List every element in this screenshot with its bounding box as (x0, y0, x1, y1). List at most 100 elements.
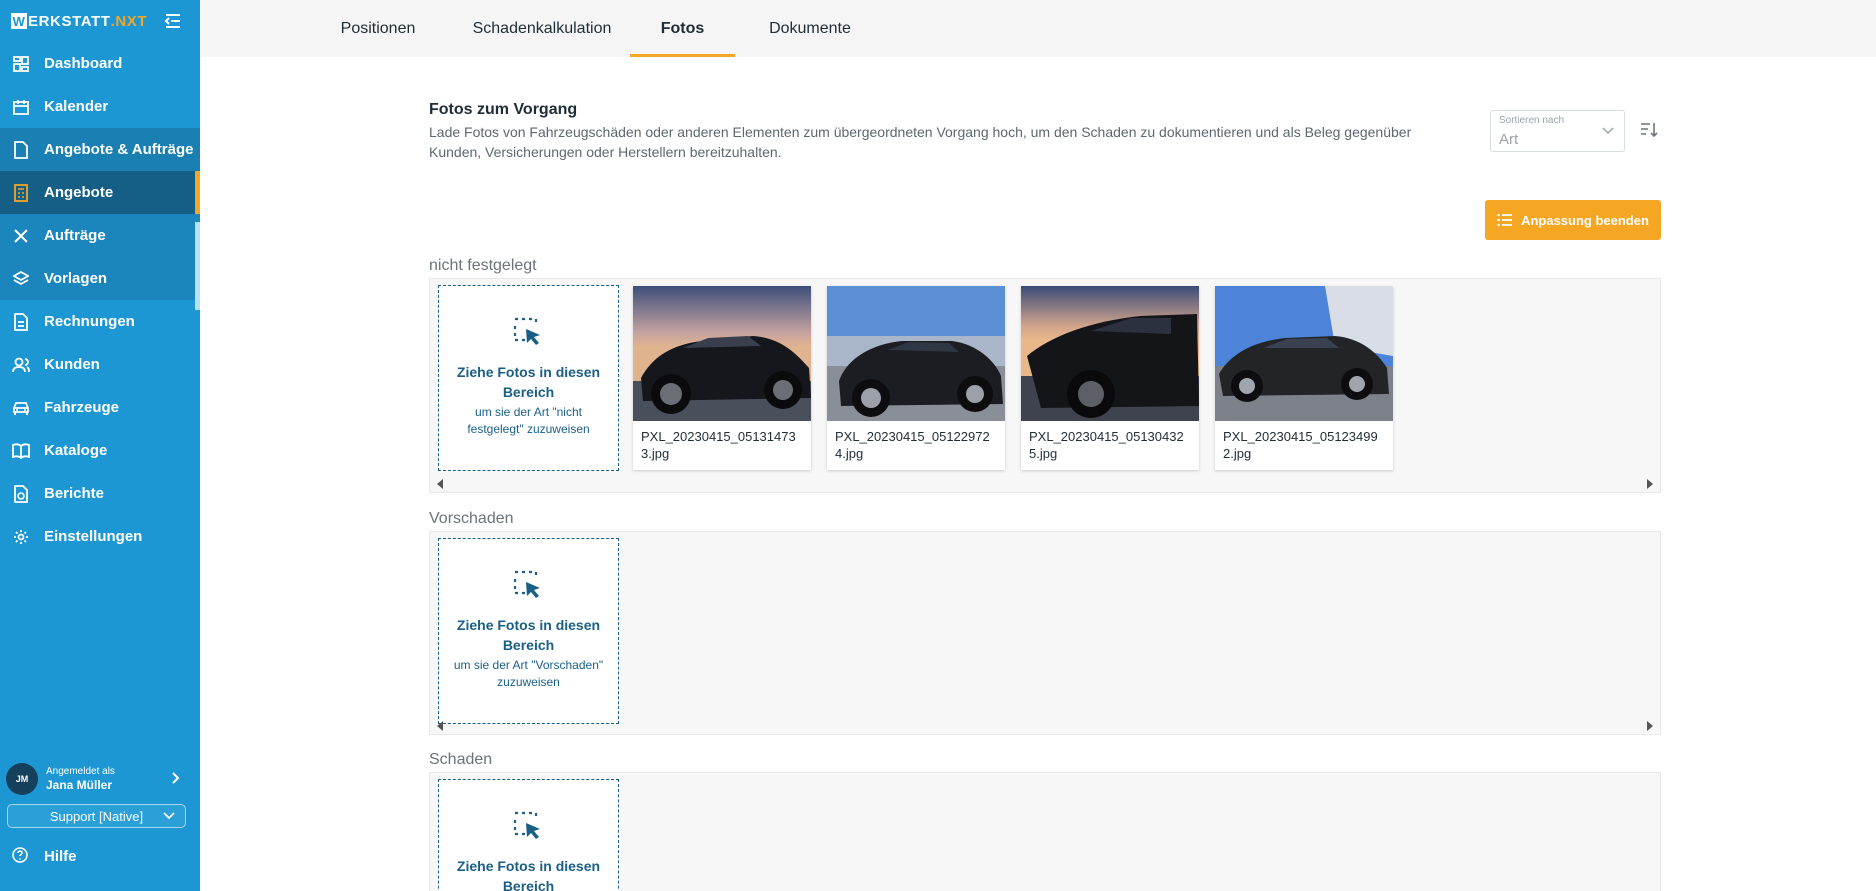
tab-bar: Positionen Schadenkalkulation Fotos Doku… (200, 0, 1876, 57)
sidebar-item-label: Dashboard (44, 55, 123, 72)
drop-zone-title: Ziehe Fotos in diesen Bereich (456, 364, 601, 400)
scroll-left-icon[interactable] (436, 721, 444, 731)
finish-button-label: Anpassung beenden (1521, 212, 1649, 228)
tab-fotos[interactable]: Fotos (630, 0, 735, 57)
drag-select-icon (513, 570, 540, 598)
user-caption: Angemeldet als (46, 765, 115, 777)
brand-name: ERKSTATT (28, 12, 111, 30)
photo-filename: PXL_20230415_051314733.jpg (641, 429, 796, 461)
user-text: Angemeldet als Jana Müller (46, 766, 115, 792)
sidebar-item-kunden[interactable]: Kunden (0, 343, 200, 386)
sort-direction-icon[interactable] (1640, 121, 1658, 139)
sidebar-item-vorlagen[interactable]: Vorlagen (0, 257, 200, 300)
finish-customization-button[interactable]: Anpassung beenden (1485, 200, 1661, 240)
sidebar-item-label: Einstellungen (44, 528, 143, 545)
photo-card[interactable]: PXL_20230415_051234992.jpg (1215, 286, 1393, 470)
tab-positionen[interactable]: Positionen (300, 0, 456, 57)
drop-zone[interactable]: Ziehe Fotos in diesen Bereich um sie der… (438, 538, 619, 724)
user-name: Jana Müller (46, 777, 113, 792)
sidebar-nav: Dashboard Kalender Angebote & Aufträge A… (0, 42, 200, 558)
support-select[interactable]: Support [Native] (7, 804, 186, 828)
report-icon (12, 484, 30, 503)
sidebar-item-label: Angebote & Aufträge (44, 141, 194, 158)
sidebar-item-einstellungen[interactable]: Einstellungen (0, 515, 200, 558)
sort-label: Sortieren nach (1499, 115, 1565, 126)
scroll-right-icon[interactable] (1646, 479, 1654, 489)
sidebar-item-kataloge[interactable]: Kataloge (0, 429, 200, 472)
sidebar-item-berichte[interactable]: Berichte (0, 472, 200, 515)
sort-select[interactable]: Sortieren nach Art (1490, 110, 1625, 152)
users-icon (12, 356, 30, 374)
sidebar-item-auftraege[interactable]: Aufträge (0, 214, 200, 257)
sidebar-item-rechnungen[interactable]: Rechnungen (0, 300, 200, 343)
dashboard-icon (12, 55, 30, 73)
help-label: Hilfe (44, 847, 77, 865)
collapse-sidebar-icon[interactable] (164, 13, 182, 29)
photo-group-schaden: Ziehe Fotos in diesen Bereich (429, 772, 1661, 891)
sidebar-item-label: Fahrzeuge (44, 399, 120, 416)
page-title: Fotos zum Vorgang (429, 101, 578, 118)
sidebar-item-kalender[interactable]: Kalender (0, 85, 200, 128)
photo-card[interactable]: PXL_20230415_051229724.jpg (827, 286, 1005, 470)
submenu-indicator (195, 222, 200, 310)
group-label-nicht-festgelegt: nicht festgelegt (429, 257, 537, 274)
photo-group-vorschaden: Ziehe Fotos in diesen Bereich um sie der… (429, 531, 1661, 735)
layers-icon (12, 270, 30, 288)
car-icon (12, 399, 30, 417)
sidebar-item-dashboard[interactable]: Dashboard (0, 42, 200, 85)
chevron-down-icon (163, 812, 175, 820)
book-icon (12, 442, 30, 460)
sidebar-item-label: Vorlagen (44, 270, 108, 287)
invoice-icon (12, 312, 30, 331)
drop-zone-subtitle: um sie der Art "nicht festgelegt" zuzuwe… (467, 405, 590, 436)
chevron-down-icon (1602, 127, 1614, 135)
sidebar-item-label: Angebote (44, 184, 114, 201)
page-description: Lade Fotos von Fahrzeugschäden oder ande… (429, 124, 1412, 160)
sort-value: Art (1499, 131, 1519, 148)
photo-card[interactable]: PXL_20230415_051314733.jpg (633, 286, 811, 470)
sidebar-item-label: Kalender (44, 98, 109, 115)
sidebar-item-label: Kunden (44, 356, 100, 373)
brand-logo-mark: W (11, 13, 27, 29)
brand-suffix: .NXT (110, 12, 148, 30)
brand: W ERKSTATT .NXT (0, 0, 200, 42)
help-link[interactable]: Hilfe (12, 845, 77, 867)
tab-dokumente[interactable]: Dokumente (735, 0, 885, 57)
calendar-icon (12, 98, 30, 116)
user-profile[interactable]: JM Angemeldet als Jana Müller (0, 758, 200, 800)
support-select-value: Support [Native] (49, 808, 144, 824)
group-label-schaden: Schaden (429, 751, 493, 768)
photo-filename: PXL_20230415_051234992.jpg (1223, 429, 1378, 461)
sidebar-item-fahrzeuge[interactable]: Fahrzeuge (0, 386, 200, 429)
photo-filename: PXL_20230415_051304325.jpg (1029, 429, 1184, 461)
sidebar-item-label: Aufträge (44, 227, 106, 244)
help-icon (12, 847, 30, 865)
drop-zone-subtitle: um sie der Art "Vorschaden" zuzuweisen (453, 658, 604, 689)
drag-select-icon (513, 317, 540, 345)
drop-zone[interactable]: Ziehe Fotos in diesen Bereich um sie der… (438, 285, 619, 471)
drop-zone[interactable]: Ziehe Fotos in diesen Bereich (438, 779, 619, 891)
group-label-vorschaden: Vorschaden (429, 510, 514, 527)
list-icon (1497, 213, 1513, 227)
sidebar-item-label: Berichte (44, 485, 105, 502)
avatar: JM (6, 763, 38, 795)
sidebar-item-angebote-auftraege[interactable]: Angebote & Aufträge (0, 128, 200, 171)
sidebar-item-label: Rechnungen (44, 313, 135, 330)
drag-select-icon (513, 811, 540, 839)
tab-schadenkalkulation[interactable]: Schadenkalkulation (456, 0, 628, 57)
drop-zone-title: Ziehe Fotos in diesen Bereich (456, 858, 601, 891)
sidebar-item-label: Kataloge (44, 442, 108, 459)
document-icon (12, 140, 30, 159)
photo-thumbnail (827, 286, 1005, 421)
drop-zone-title: Ziehe Fotos in diesen Bereich (456, 617, 601, 653)
photo-group-nicht-festgelegt: Ziehe Fotos in diesen Bereich um sie der… (429, 278, 1661, 493)
photo-thumbnail (633, 286, 811, 421)
tools-icon (12, 227, 30, 245)
sidebar: W ERKSTATT .NXT Dashboard Kalender Angeb… (0, 0, 200, 891)
photo-card[interactable]: PXL_20230415_051304325.jpg (1021, 286, 1199, 470)
sidebar-item-angebote[interactable]: Angebote (0, 171, 200, 214)
brand-logo[interactable]: W ERKSTATT .NXT (11, 13, 147, 30)
scroll-left-icon[interactable] (436, 479, 444, 489)
scroll-right-icon[interactable] (1646, 721, 1654, 731)
calculator-icon (12, 183, 30, 202)
